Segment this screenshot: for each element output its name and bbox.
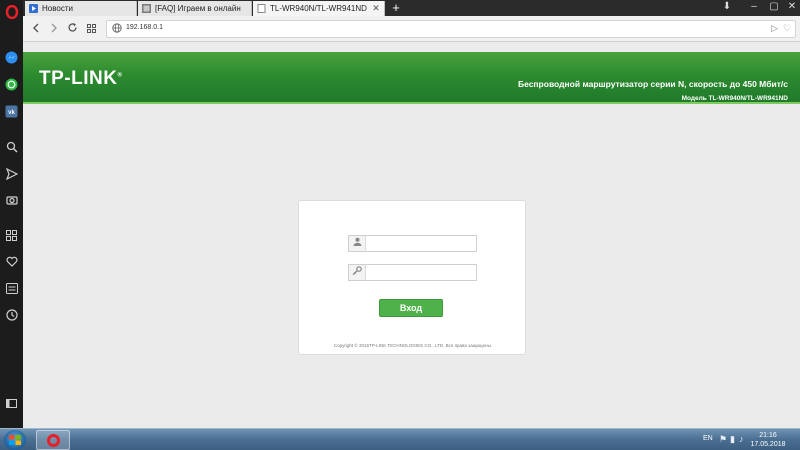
- system-clock[interactable]: 21:16 17.05.2018: [748, 431, 788, 449]
- speed-dial-icon[interactable]: [3, 227, 20, 244]
- opera-icon[interactable]: [3, 3, 20, 20]
- whatsapp-icon[interactable]: [3, 76, 20, 93]
- browser-toolbar: 192.168.0.1 ▷ ♡: [23, 16, 800, 42]
- send-page-icon[interactable]: ▷: [771, 23, 778, 34]
- address-bar[interactable]: 192.168.0.1 ▷ ♡: [106, 20, 796, 38]
- news-favicon-icon: [29, 4, 38, 13]
- camera-icon[interactable]: [3, 191, 20, 208]
- key-icon: [349, 265, 366, 280]
- opera-taskbar-icon: [47, 434, 60, 447]
- search-icon[interactable]: [3, 138, 20, 155]
- history-icon[interactable]: [3, 306, 20, 323]
- start-button[interactable]: [4, 430, 26, 450]
- page-favicon-icon: [257, 4, 266, 13]
- speed-dial-toolbar-icon[interactable]: [84, 22, 98, 36]
- copyright-text: Copyright © 2015TP-LINK TECHNOLOGIES CO.…: [333, 343, 493, 348]
- tab-label: Новости: [42, 4, 73, 13]
- address-url[interactable]: 192.168.0.1: [126, 24, 163, 31]
- forward-icon[interactable]: [47, 22, 61, 36]
- tplink-logo: TP-LINK®: [39, 68, 123, 89]
- username-input[interactable]: [368, 237, 474, 250]
- tab-news[interactable]: Новости: [25, 1, 137, 16]
- language-indicator[interactable]: EN: [703, 435, 713, 442]
- tab-router[interactable]: TL-WR940N/TL-WR941ND ✕: [253, 1, 385, 16]
- tab-label: [FAQ] Играем в онлайн: [155, 4, 241, 13]
- header-title: Беспроводной маршрутизатор серии N, скор…: [517, 79, 788, 89]
- heart-icon[interactable]: [3, 253, 20, 270]
- clock-date: 17.05.2018: [750, 441, 786, 448]
- clock-time: 21:16: [759, 432, 777, 439]
- back-icon[interactable]: [29, 22, 43, 36]
- header-model: Модель TL-WR940N/TL-WR941ND: [681, 95, 788, 102]
- minimize-icon[interactable]: –: [746, 0, 762, 14]
- password-field[interactable]: [348, 264, 477, 281]
- globe-icon: [110, 23, 123, 36]
- taskbar-opera-button[interactable]: [36, 430, 70, 450]
- login-button[interactable]: Вход: [379, 299, 443, 317]
- windows-taskbar: EN ⚑ ▮ ♪ 21:16 17.05.2018: [0, 428, 800, 450]
- bookmark-heart-icon[interactable]: ♡: [783, 23, 791, 34]
- opera-sidebar: vk: [0, 0, 23, 428]
- login-panel: Вход Copyright © 2015TP-LINK TECHNOLOGIE…: [298, 200, 526, 355]
- tplink-header: TP-LINK® Беспроводной маршрутизатор сери…: [23, 52, 800, 104]
- volume-icon[interactable]: ♪: [739, 434, 744, 444]
- network-icon[interactable]: ▮: [730, 434, 735, 445]
- password-input[interactable]: [368, 266, 474, 279]
- messenger-icon[interactable]: [3, 49, 20, 66]
- user-icon: [349, 236, 366, 251]
- tab-strip: Новости [FAQ] Играем в онлайн TL-WR940N/…: [23, 0, 800, 16]
- vk-icon[interactable]: vk: [3, 103, 20, 120]
- tab-faq[interactable]: [FAQ] Играем в онлайн: [138, 1, 252, 16]
- close-tab-icon[interactable]: ✕: [371, 3, 381, 14]
- reload-icon[interactable]: [65, 22, 79, 36]
- windows-logo-icon: [9, 435, 21, 445]
- router-login-page: TP-LINK® Беспроводной маршрутизатор сери…: [23, 42, 800, 428]
- forum-favicon-icon: [142, 4, 151, 13]
- new-tab-button[interactable]: +: [389, 1, 403, 15]
- svg-text:vk: vk: [8, 110, 15, 116]
- maximize-icon[interactable]: ▢: [766, 0, 782, 14]
- send-icon[interactable]: [3, 165, 20, 182]
- tabs-menu-icon[interactable]: ⬇: [719, 0, 735, 14]
- news-icon[interactable]: [3, 280, 20, 297]
- sidebar-toggle-icon[interactable]: [3, 395, 20, 412]
- tab-label: TL-WR940N/TL-WR941ND: [270, 4, 367, 13]
- username-field[interactable]: [348, 235, 477, 252]
- close-window-icon[interactable]: ✕: [784, 0, 800, 14]
- tray-flag-icon[interactable]: ⚑: [719, 434, 727, 445]
